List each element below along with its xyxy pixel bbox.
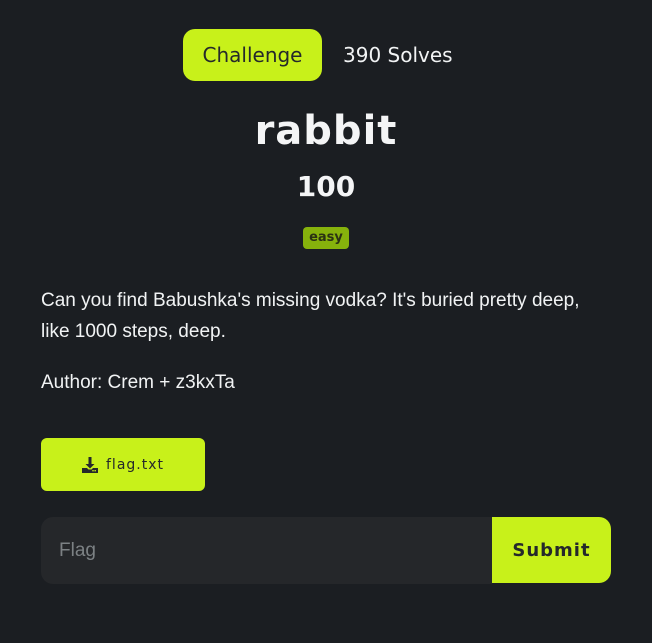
challenge-points: 100: [296, 170, 356, 203]
challenge-description: Can you find Babushka's missing vodka? I…: [41, 290, 580, 342]
difficulty-badge: easy: [303, 227, 349, 249]
file-name-label: flag.txt: [106, 456, 164, 473]
tab-solves[interactable]: 390 Solves: [343, 43, 453, 67]
tab-challenge[interactable]: Challenge: [183, 29, 322, 81]
challenge-tabs: Challenge 390 Solves: [183, 29, 453, 81]
challenge-author: Author: Crem + z3kxTa: [41, 372, 235, 393]
challenge-title: rabbit: [254, 108, 398, 154]
difficulty-badge-container: easy: [0, 226, 652, 249]
flag-submit-form: Submit: [41, 517, 611, 584]
download-file-button[interactable]: flag.txt: [41, 438, 205, 491]
flag-input[interactable]: [41, 517, 492, 584]
submit-button[interactable]: Submit: [492, 517, 611, 583]
download-icon: [82, 456, 98, 473]
